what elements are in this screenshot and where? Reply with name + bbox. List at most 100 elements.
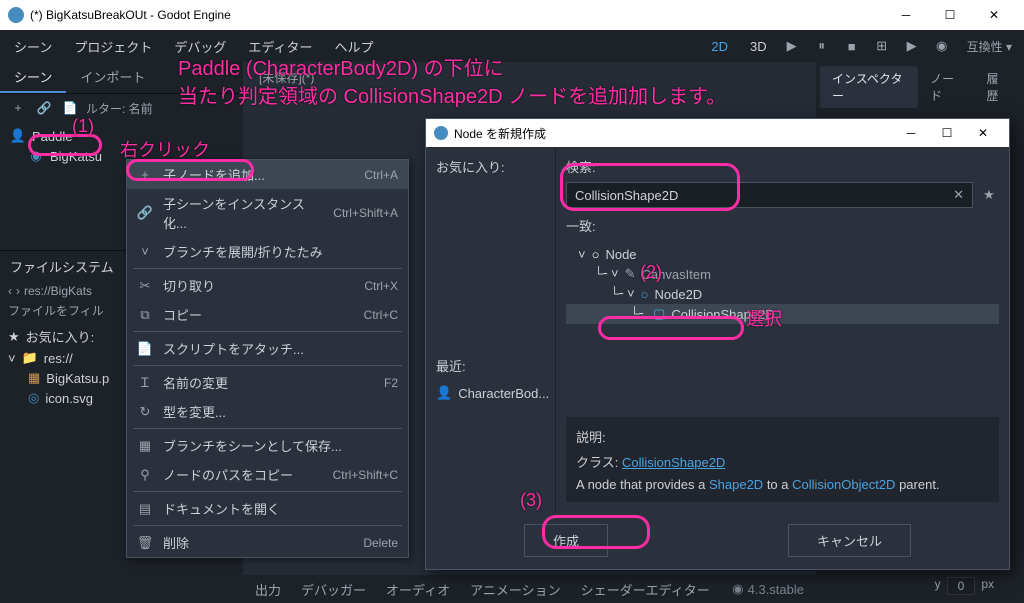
characterbody2d-icon: 👤 [10,128,26,144]
tree-node[interactable]: ˅○Node [566,245,999,264]
dialog-maximize[interactable]: ☐ [929,126,965,140]
plus-icon: + [137,167,153,183]
back-icon[interactable]: ‹ [8,284,12,298]
bottom-bar: 出力 デバッガー オーディオ アニメーション シェーダーエディター ◉ 4.3.… [243,575,816,603]
clear-icon[interactable]: ✕ [953,187,964,203]
star-icon: ★ [8,329,20,345]
copy-icon: ⧉ [137,307,153,323]
search-label: 検索: [566,157,999,176]
dialog-title: Node を新規作成 [454,125,546,142]
save-icon: ▦ [137,438,153,454]
attach-script-icon[interactable]: 📄 [60,98,80,118]
instance-icon: ◉ [28,148,44,164]
menu-scene[interactable]: シーン [4,33,62,60]
tree-canvasitem[interactable]: └╴˅✎CanvasItem [566,264,999,284]
renderer-selector[interactable]: 互換性 ▾ [959,36,1020,57]
px-label: px [981,577,994,595]
window-title: (*) BigKatsuBreakOUt - Godot Engine [30,8,231,22]
cm-save-branch[interactable]: ▦ ブランチをシーンとして保存... [127,431,408,460]
minimize-button[interactable]: ─ [884,0,928,30]
cm-change-type[interactable]: ↻ 型を変更... [127,397,408,426]
view-3d[interactable]: 3D [740,35,777,58]
tree-node2d[interactable]: └╴˅○Node2D [566,284,999,304]
image-file-icon: ◎ [28,390,39,406]
matches-label: 一致: [566,216,999,235]
description-box: 説明: クラス: CollisionShape2D A node that pr… [566,417,999,502]
link-icon[interactable]: 🔗 [34,98,54,118]
recent-label: 最近: [436,356,545,375]
cursor-icon: Ꮖ [137,375,153,391]
book-icon: ▤ [137,501,153,517]
cm-copy-path[interactable]: ⚲ ノードのパスをコピー Ctrl+Shift+C [127,460,408,489]
context-menu: + 子ノードを追加... Ctrl+A 🔗 子シーンをインスタンス化... Ct… [126,159,409,558]
bottom-output[interactable]: 出力 [255,580,281,599]
dialog-close[interactable]: ✕ [965,126,1001,140]
version-label: ◉ 4.3.stable [732,581,804,597]
godot-small-icon: ◉ [732,581,743,597]
favorites-label: お気に入り: [436,157,545,176]
scissors-icon: ✂ [137,278,153,294]
tab-scene[interactable]: シーン [0,62,66,93]
node-paddle[interactable]: 👤 Paddle [8,126,235,146]
cycle-icon: ↻ [137,404,153,420]
create-node-dialog: Node を新規作成 ─ ☐ ✕ お気に入り: 最近: 👤 CharacterB… [425,118,1010,570]
tab-node[interactable]: ノード [918,66,974,108]
menu-bar: シーン プロジェクト デバッグ エディター ヘルプ 2D 3D ▶ ⏸ ■ ⊞ … [0,30,1024,62]
scene-play-icon[interactable]: ▶ [899,35,925,57]
folder-icon: 📁 [22,350,38,366]
bottom-shader[interactable]: シェーダーエディター [581,580,710,599]
menu-editor[interactable]: エディター [238,33,322,60]
bottom-animation[interactable]: アニメーション [470,580,560,599]
cm-delete[interactable]: 🗑 削除 Delete [127,528,408,557]
stop-icon[interactable]: ■ [839,35,865,57]
coord-y-label: y [935,577,941,595]
script-icon: 📄 [137,341,153,357]
create-button[interactable]: 作成 [524,524,608,557]
tab-inspector[interactable]: インスペクター [820,66,918,108]
scene-file-icon: ▦ [28,370,40,386]
node-tree: ˅○Node └╴˅✎CanvasItem └╴˅○Node2D └╴▢Coll… [566,241,999,409]
class-link[interactable]: CollisionShape2D [622,455,725,470]
dialog-minimize[interactable]: ─ [893,126,929,140]
dialog-titlebar: Node を新規作成 ─ ☐ ✕ [426,119,1009,147]
trash-icon: 🗑 [137,535,153,551]
coord-y-value[interactable]: 0 [947,577,976,595]
recent-item[interactable]: 👤 CharacterBod... [436,381,545,405]
menu-help[interactable]: ヘルプ [324,33,383,60]
tab-history[interactable]: 履歴 [974,66,1020,108]
add-node-icon[interactable]: + [8,98,28,118]
cm-instance[interactable]: 🔗 子シーンをインスタンス化... Ctrl+Shift+A [127,189,408,237]
cm-rename[interactable]: Ꮖ 名前の変更 F2 [127,368,408,397]
bottom-debugger[interactable]: デバッガー [301,580,366,599]
menu-project[interactable]: プロジェクト [64,33,162,60]
menu-debug[interactable]: デバッグ [164,33,236,60]
search-input[interactable]: CollisionShape2D ✕ [566,182,973,208]
window-titlebar: (*) BigKatsuBreakOUt - Godot Engine ─ ☐ … [0,0,1024,30]
cm-copy[interactable]: ⧉ コピー Ctrl+C [127,300,408,329]
link-icon: 🔗 [137,205,153,221]
cm-expand[interactable]: ˅ ブランチを展開/折りたたみ [127,237,408,266]
cm-open-docs[interactable]: ▤ ドキュメントを開く [127,494,408,523]
tab-import[interactable]: インポート [66,62,159,93]
forward-icon[interactable]: › [16,284,20,298]
chevron-down-icon: ˅ [137,244,153,260]
bottom-audio[interactable]: オーディオ [386,580,450,599]
tree-collisionshape2d[interactable]: └╴▢CollisionShape2D [566,304,999,324]
path-icon: ⚲ [137,467,153,483]
close-button[interactable]: ✕ [972,0,1016,30]
star-icon[interactable]: ★ [979,187,999,203]
cm-add-child[interactable]: + 子ノードを追加... Ctrl+A [127,160,408,189]
cancel-button[interactable]: キャンセル [788,524,911,557]
godot-logo-icon [8,7,24,23]
play-icon[interactable]: ▶ [779,35,805,57]
pause-icon[interactable]: ⏸ [809,35,835,57]
filter-label: ルター: 名前 [86,100,153,117]
view-2d[interactable]: 2D [701,35,738,58]
remote-icon[interactable]: ⊞ [869,35,895,57]
movie-icon[interactable]: ◉ [929,35,955,57]
scene-toolbar: + 🔗 📄 ルター: 名前 [0,94,243,122]
cm-cut[interactable]: ✂ 切り取り Ctrl+X [127,271,408,300]
maximize-button[interactable]: ☐ [928,0,972,30]
viewport-tab[interactable]: [未保存](*) [251,67,322,88]
cm-attach-script[interactable]: 📄 スクリプトをアタッチ... [127,334,408,363]
